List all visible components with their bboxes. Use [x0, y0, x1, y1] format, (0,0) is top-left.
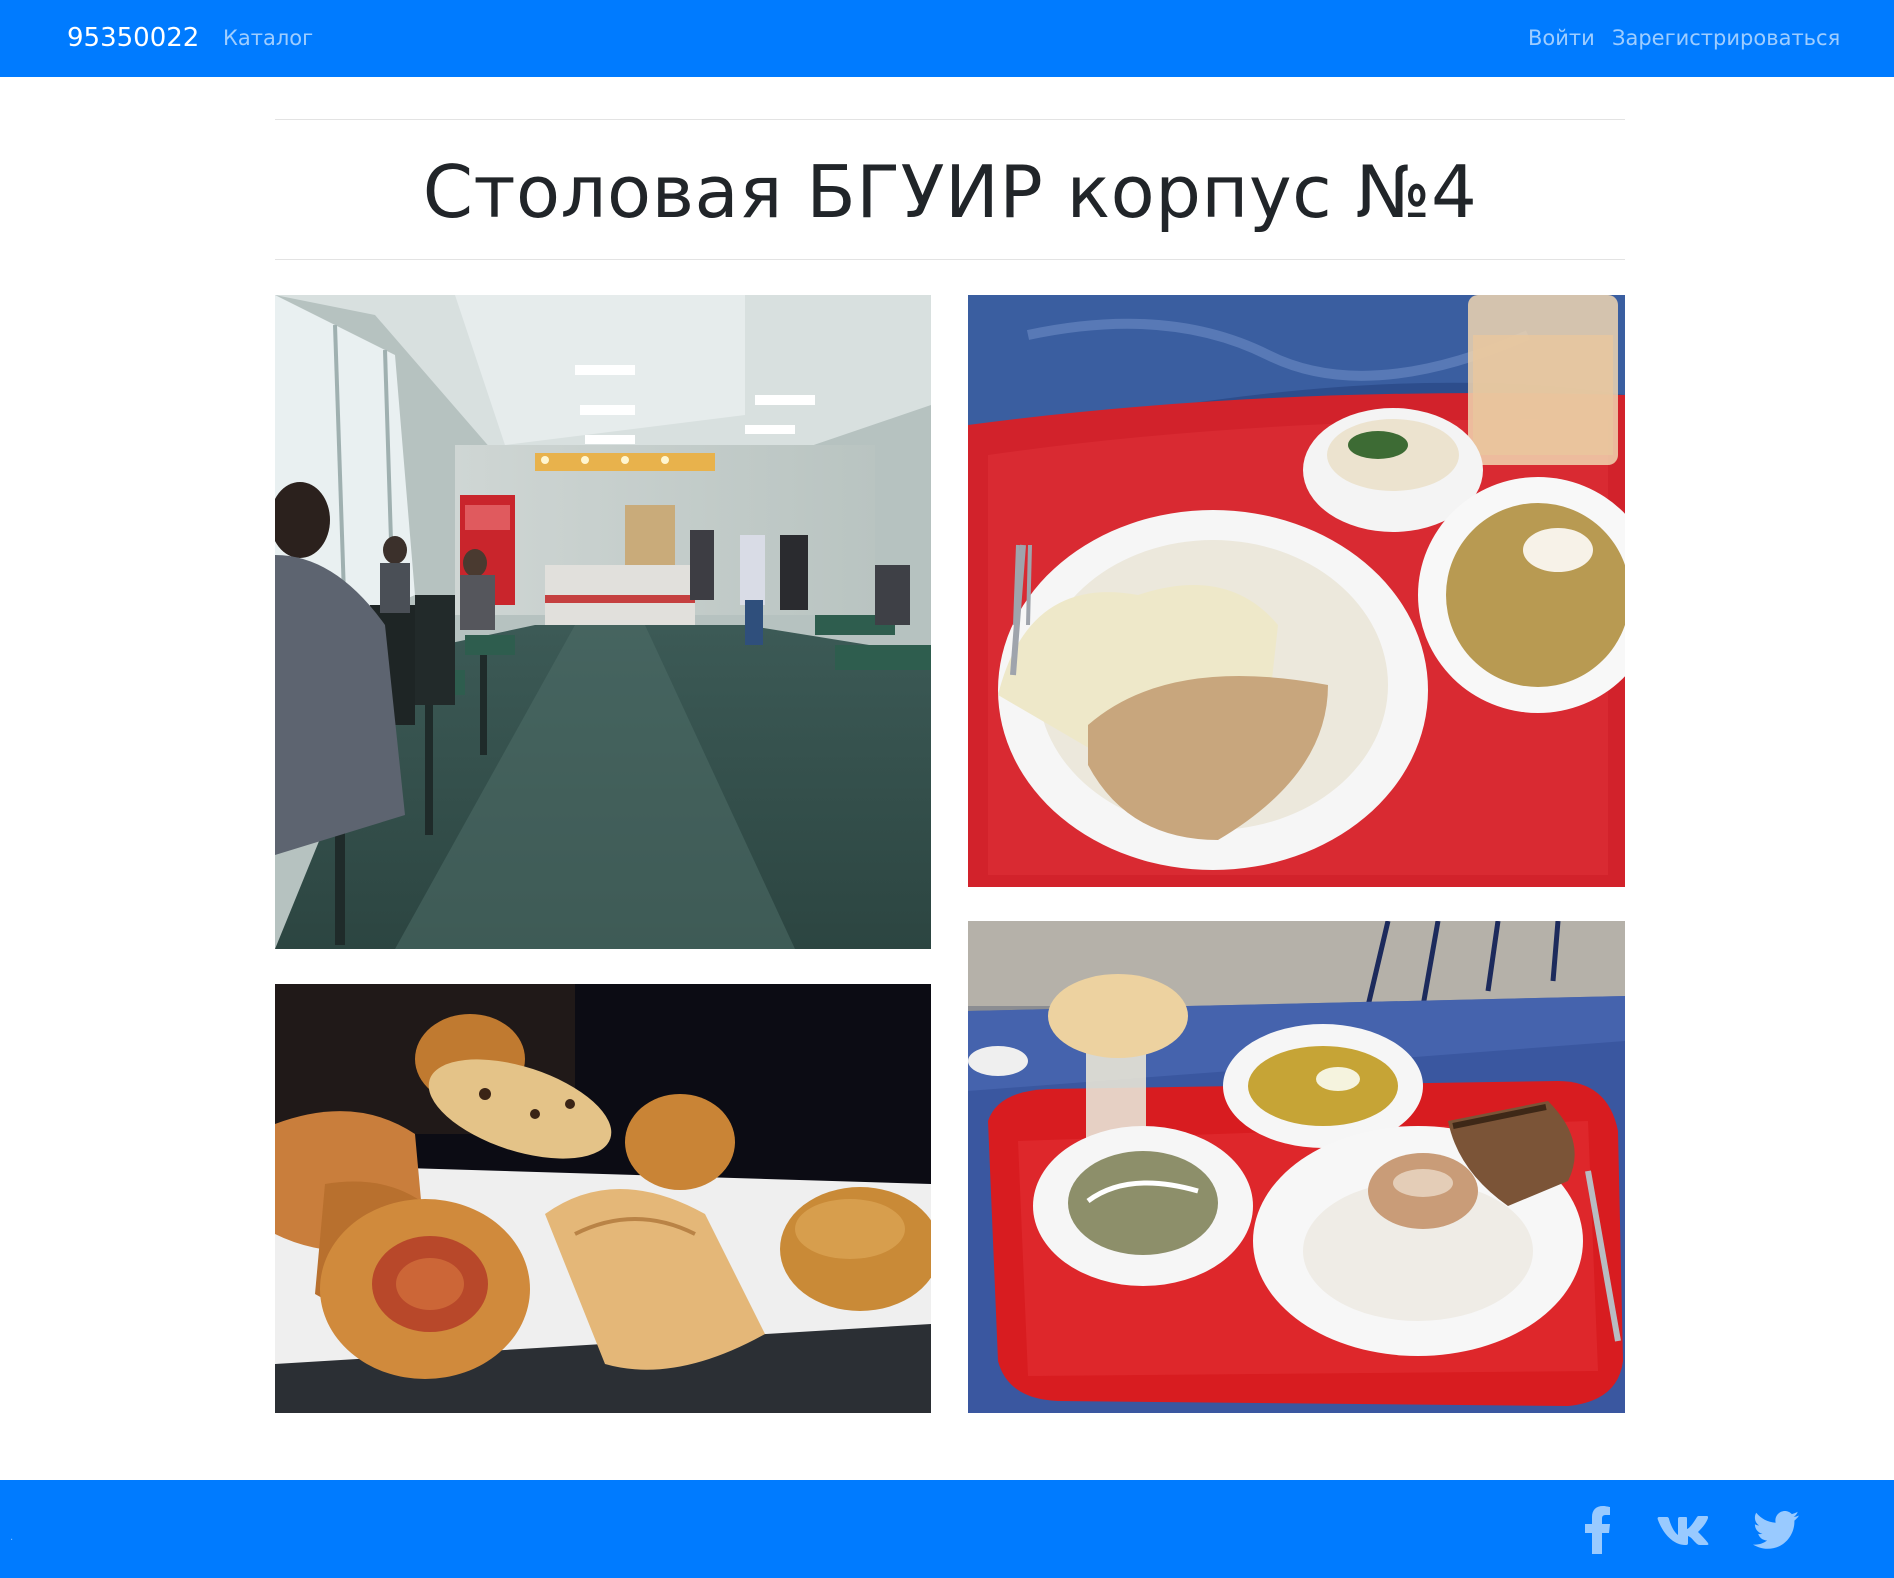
- nav-catalog-link[interactable]: Каталог: [223, 23, 313, 53]
- top-navbar: 95350022 Каталог Войти Зарегистрироватьс…: [0, 0, 1894, 77]
- page-title: Столовая БГУИР корпус №4: [422, 150, 1478, 234]
- pastries-photo: [275, 984, 931, 1413]
- footer: ·: [0, 1480, 1894, 1578]
- lunch-tray-photo: [968, 921, 1625, 1413]
- footer-dot: ·: [10, 1535, 14, 1546]
- vk-icon[interactable]: [1655, 1502, 1711, 1558]
- nav-register-link[interactable]: Зарегистрироваться: [1612, 23, 1840, 53]
- porridge-and-soup-photo: [968, 295, 1625, 887]
- nav-login-link[interactable]: Войти: [1528, 23, 1595, 53]
- twitter-icon[interactable]: [1748, 1502, 1804, 1558]
- brand-link[interactable]: 95350022: [67, 20, 199, 56]
- cafeteria-hall-photo: [275, 295, 931, 949]
- title-divider-bottom: [275, 259, 1625, 260]
- title-divider-top: [275, 119, 1625, 120]
- facebook-icon[interactable]: [1570, 1502, 1626, 1558]
